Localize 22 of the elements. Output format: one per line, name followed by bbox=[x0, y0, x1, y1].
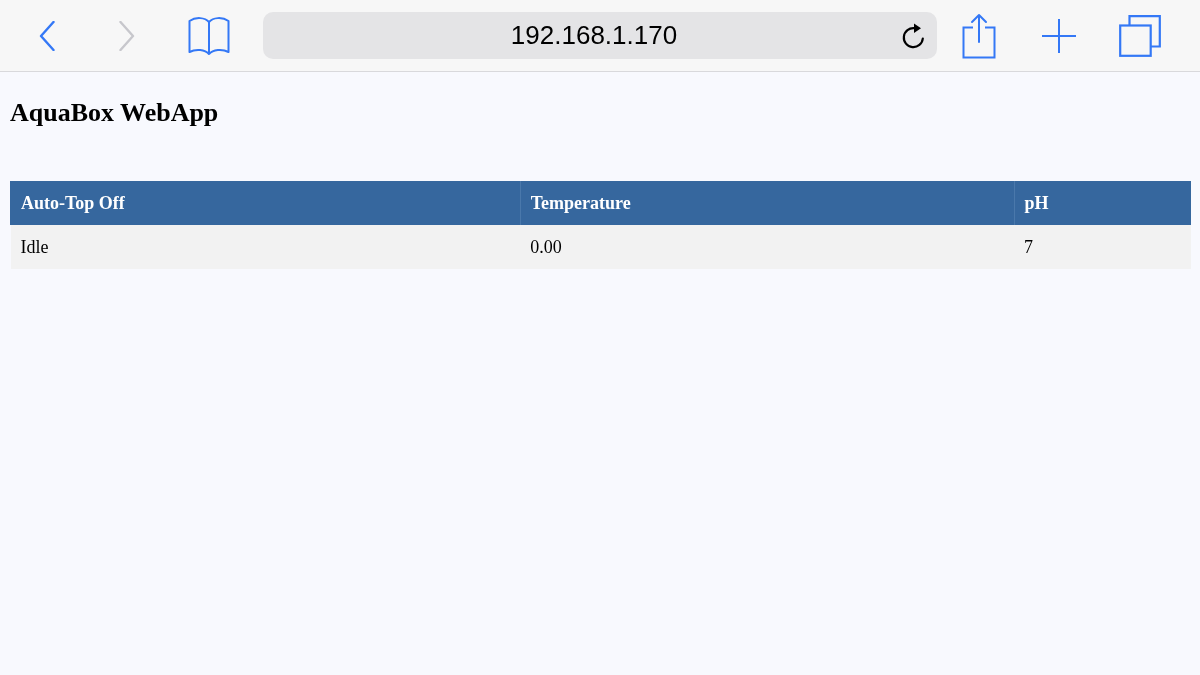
tabs-icon bbox=[1119, 14, 1161, 57]
chevron-right-icon bbox=[119, 20, 135, 51]
share-icon bbox=[962, 12, 996, 59]
new-tab-button[interactable] bbox=[1041, 17, 1077, 54]
address-field[interactable]: 192.168.1.170 bbox=[263, 12, 937, 59]
table-cell: 7 bbox=[1014, 225, 1191, 269]
chevron-left-icon bbox=[39, 20, 55, 51]
address-text: 192.168.1.170 bbox=[510, 20, 678, 51]
reload-icon bbox=[901, 22, 925, 49]
column-header: Temperature bbox=[520, 181, 1015, 225]
tabs-button[interactable] bbox=[1119, 14, 1161, 57]
back-button[interactable] bbox=[39, 20, 55, 51]
column-header: Auto-Top Off bbox=[10, 181, 521, 225]
bookmarks-button[interactable] bbox=[188, 15, 230, 56]
column-header: pH bbox=[1014, 181, 1191, 225]
page-title: AquaBox WebApp bbox=[10, 98, 219, 128]
table-cell: Idle bbox=[10, 225, 521, 269]
plus-icon bbox=[1041, 17, 1077, 54]
book-icon bbox=[188, 15, 230, 56]
table-cell: 0.00 bbox=[520, 225, 1015, 269]
share-button[interactable] bbox=[962, 12, 996, 59]
reload-button[interactable] bbox=[901, 22, 925, 49]
